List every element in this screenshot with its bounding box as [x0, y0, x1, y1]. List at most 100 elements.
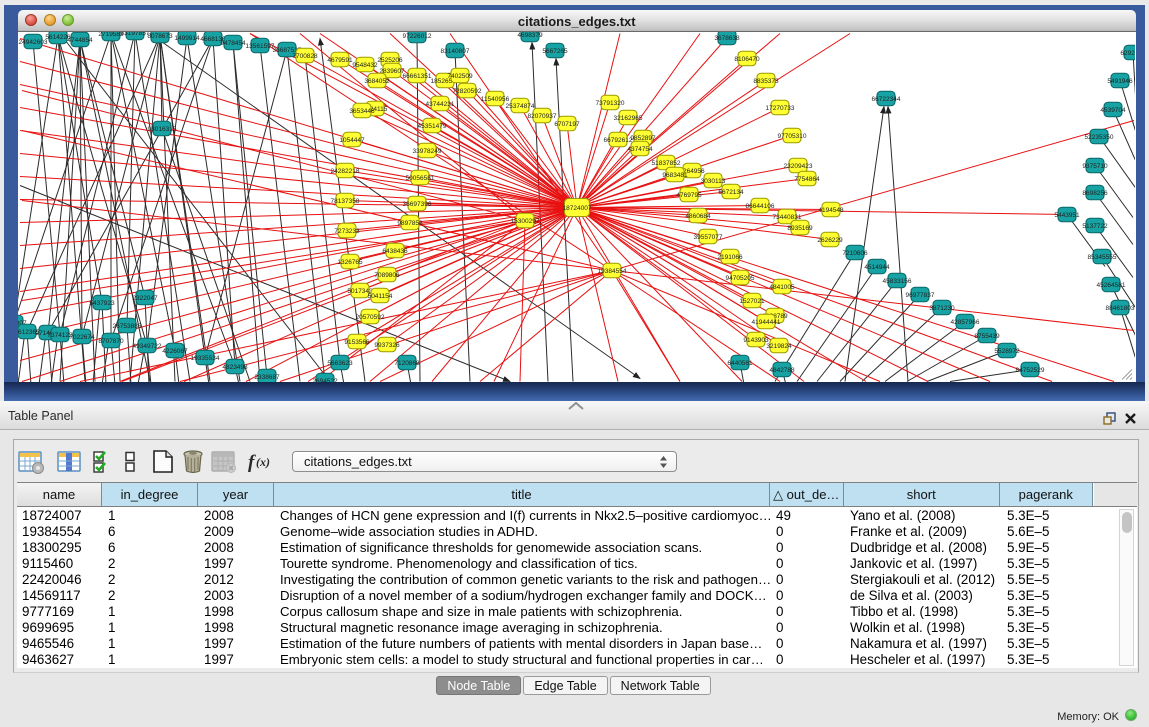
svg-text:7402509: 7402509 — [447, 73, 473, 80]
svg-text:4769795: 4769795 — [676, 192, 702, 199]
svg-text:1054447: 1054447 — [339, 137, 365, 144]
svg-text:5137722: 5137722 — [1082, 223, 1108, 230]
svg-text:36697396: 36697396 — [403, 201, 432, 208]
svg-text:4194548: 4194548 — [818, 207, 844, 214]
svg-text:11540956: 11540956 — [481, 96, 510, 103]
svg-text:5437923: 5437923 — [89, 300, 115, 307]
svg-text:45833156: 45833156 — [883, 278, 912, 285]
svg-text:20570592: 20570592 — [356, 314, 385, 321]
svg-text:7700828: 7700828 — [292, 53, 318, 60]
svg-text:8078673: 8078673 — [147, 33, 173, 40]
svg-text:82070937: 82070937 — [528, 113, 557, 120]
svg-text:(x): (x) — [256, 455, 270, 469]
svg-text:66792612: 66792612 — [604, 137, 633, 144]
svg-text:8698256: 8698256 — [1082, 190, 1108, 197]
svg-text:4744854: 4744854 — [67, 37, 93, 44]
svg-text:7754864: 7754864 — [794, 176, 820, 183]
svg-text:8755439: 8755439 — [974, 333, 1000, 340]
svg-text:43744231: 43744231 — [426, 101, 455, 108]
svg-text:6440561: 6440561 — [727, 360, 753, 367]
svg-text:4539704: 4539704 — [1100, 107, 1126, 114]
svg-text:9897858: 9897858 — [397, 220, 423, 227]
svg-text:4514944: 4514944 — [864, 264, 890, 271]
svg-text:3030113: 3030113 — [701, 178, 726, 185]
svg-text:45351479: 45351479 — [418, 123, 447, 130]
svg-text:2338687: 2338687 — [254, 374, 280, 381]
svg-text:2191066: 2191066 — [717, 254, 743, 261]
svg-text:8707870: 8707870 — [98, 338, 124, 345]
svg-text:4374754: 4374754 — [627, 146, 653, 153]
svg-text:84752529: 84752529 — [1016, 367, 1045, 374]
svg-text:9478454: 9478454 — [220, 40, 246, 47]
svg-text:24282218: 24282218 — [331, 168, 360, 175]
svg-text:9143903: 9143903 — [743, 337, 769, 344]
svg-text:8835373: 8835373 — [753, 78, 779, 85]
svg-text:5528972: 5528972 — [994, 348, 1020, 355]
svg-text:6438436: 6438436 — [382, 248, 408, 255]
svg-text:83197857: 83197857 — [121, 32, 150, 37]
svg-text:1527021: 1527021 — [739, 298, 765, 305]
svg-text:50056581: 50056581 — [406, 175, 435, 182]
svg-text:19384554: 19384554 — [598, 268, 627, 275]
svg-text:3653446: 3653446 — [349, 108, 375, 115]
svg-text:7022674: 7022674 — [69, 334, 95, 341]
svg-text:39557077: 39557077 — [694, 234, 723, 241]
svg-text:6672134: 6672134 — [718, 189, 744, 196]
svg-text:42857966: 42857966 — [951, 319, 980, 326]
svg-text:49349722: 49349722 — [133, 343, 162, 350]
svg-text:7273233: 7273233 — [334, 228, 360, 235]
svg-text:78137358: 78137358 — [331, 198, 360, 205]
svg-text:8106470: 8106470 — [734, 56, 760, 63]
svg-text:9153566: 9153566 — [344, 339, 370, 346]
svg-text:2626229: 2626229 — [817, 237, 843, 244]
svg-text:33978249: 33978249 — [413, 148, 442, 155]
svg-text:85345555: 85345555 — [1088, 254, 1117, 261]
svg-text:32162965: 32162965 — [614, 115, 643, 122]
svg-text:7120868: 7120868 — [394, 360, 420, 367]
svg-text:4860684: 4860684 — [685, 213, 711, 220]
svg-text:17270733: 17270733 — [766, 105, 795, 112]
svg-text:9548432: 9548432 — [352, 62, 378, 69]
svg-text:1326765: 1326765 — [337, 259, 363, 266]
svg-text:72820592: 72820592 — [453, 88, 482, 95]
svg-text:f: f — [248, 452, 256, 473]
svg-text:9937326: 9937326 — [374, 342, 400, 349]
svg-text:3684052: 3684052 — [364, 78, 390, 85]
svg-text:24942603: 24942603 — [19, 39, 48, 46]
svg-text:2322047: 2322047 — [132, 295, 158, 302]
svg-text:9375710: 9375710 — [1082, 163, 1108, 170]
svg-text:88461803: 88461803 — [1106, 305, 1135, 312]
svg-text:4698379: 4698379 — [517, 32, 543, 39]
svg-text:51837852: 51837852 — [652, 160, 681, 167]
svg-text:66722344: 66722344 — [872, 96, 901, 103]
svg-text:3219824: 3219824 — [766, 343, 792, 350]
svg-text:5443951: 5443951 — [1054, 212, 1080, 219]
svg-text:9683481: 9683481 — [662, 172, 688, 179]
svg-text:41944441: 41944441 — [752, 319, 781, 326]
svg-text:86644106: 86644106 — [746, 203, 775, 210]
svg-text:1499914: 1499914 — [174, 35, 200, 42]
svg-text:5491946: 5491946 — [1107, 78, 1133, 85]
svg-text:52235350: 52235350 — [1085, 134, 1114, 141]
svg-text:96977837: 96977837 — [906, 292, 935, 299]
svg-text:6292423: 6292423 — [1120, 50, 1135, 57]
svg-text:4841005: 4841005 — [769, 284, 795, 291]
svg-text:4226067: 4226067 — [162, 348, 188, 355]
svg-text:83140807: 83140807 — [441, 48, 470, 55]
svg-text:66661351: 66661351 — [403, 73, 432, 80]
svg-text:5667265: 5667265 — [542, 48, 568, 55]
svg-text:25374874: 25374874 — [506, 103, 535, 110]
svg-text:2694522: 2694522 — [312, 378, 338, 382]
svg-text:13561597: 13561597 — [246, 43, 275, 50]
svg-text:4679591: 4679591 — [327, 57, 353, 64]
svg-text:93016315: 93016315 — [148, 126, 177, 133]
svg-text:4823498: 4823498 — [222, 364, 248, 371]
svg-text:6707197: 6707197 — [554, 121, 580, 128]
svg-text:5663623: 5663623 — [327, 360, 353, 367]
svg-text:7089806: 7089806 — [374, 272, 400, 279]
svg-text:18724007: 18724007 — [563, 205, 592, 212]
svg-text:23209423: 23209423 — [784, 163, 813, 170]
svg-text:26753883: 26753883 — [113, 323, 142, 330]
svg-text:97705310: 97705310 — [778, 133, 807, 140]
svg-text:15300297: 15300297 — [511, 218, 540, 225]
